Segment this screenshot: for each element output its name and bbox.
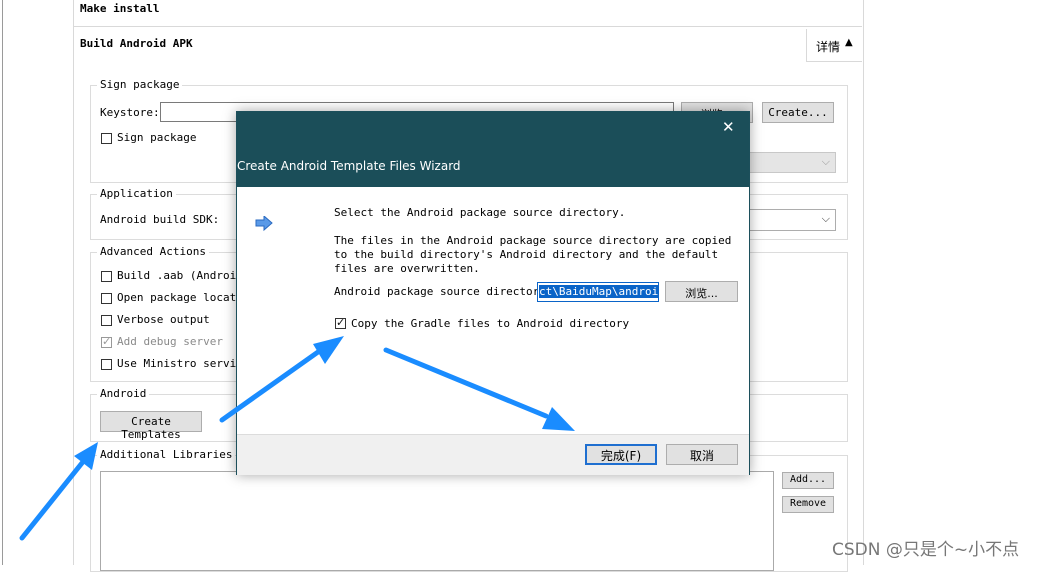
annotation-arrow-head <box>542 407 575 431</box>
annotation-arrow-shaft <box>19 455 89 541</box>
annotation-arrows <box>19 336 575 541</box>
annotation-arrow-shaft <box>383 347 549 419</box>
annotation-arrow-shaft <box>219 349 321 423</box>
csdn-watermark: CSDN @只是个~小不点 <box>832 540 1020 560</box>
annotation-arrow-head <box>313 336 344 364</box>
